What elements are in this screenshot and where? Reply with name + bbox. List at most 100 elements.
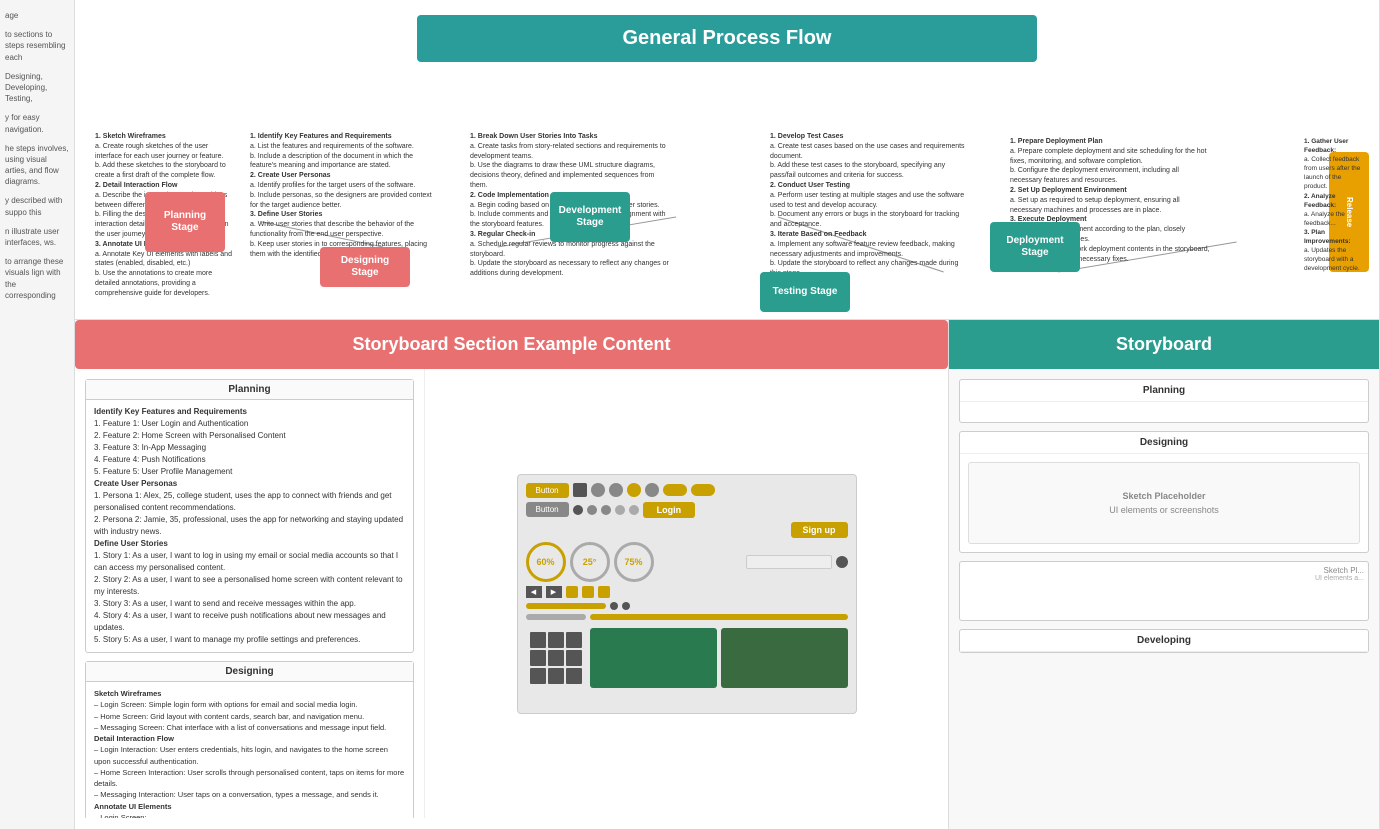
mockup-circle-1: 60%	[526, 542, 566, 582]
mockup-circle-2: 25°	[570, 542, 610, 582]
icon-heart-2	[582, 586, 594, 598]
slider-1[interactable]	[526, 603, 606, 609]
grid-cell-9	[566, 668, 582, 684]
mockup-search-bar[interactable]	[746, 555, 832, 569]
right-designing-header: Designing	[960, 432, 1368, 454]
storyboard-right-header: Storyboard	[949, 320, 1379, 369]
storyboard-section: Storyboard Section Example Content Plann…	[75, 320, 1379, 829]
right-developing-box: Developing	[959, 629, 1369, 653]
icon-heart	[566, 586, 578, 598]
designing-box: Designing Sketch Wireframes ‒ Login Scre…	[85, 661, 414, 818]
mockup-icon-5	[645, 483, 659, 497]
grid-cell-5	[548, 650, 564, 666]
center-content: General Process Flow 1. Sketch Wireframe…	[75, 0, 1380, 829]
slider-dot-2	[622, 602, 630, 610]
storyboard-content-area: Planning Identify Key Features and Requi…	[75, 369, 948, 818]
process-flow-section: General Process Flow 1. Sketch Wireframe…	[75, 0, 1379, 320]
mockup-circle-3: 75%	[614, 542, 654, 582]
icon-heart-3	[598, 586, 610, 598]
mockup-row-2: Button Login	[526, 502, 848, 518]
mockup-row-5: ◀ ▶	[526, 586, 848, 598]
right-designing-box: Designing Sketch Placeholder UI elements…	[959, 431, 1369, 553]
sketch-box-2: Sketch Pl... UI elements a...	[959, 561, 1369, 621]
login-btn[interactable]: Login	[643, 502, 696, 518]
sketch-placeholder-title: Sketch Placeholder	[1122, 491, 1205, 501]
designing-box-content: Sketch Wireframes ‒ Login Screen: Simple…	[86, 682, 413, 818]
sidebar-text-2: to sections to steps resembling each	[5, 29, 69, 63]
mockup-row-6	[526, 602, 848, 610]
nav-next[interactable]: ▶	[546, 586, 562, 598]
mockup-icon-4	[627, 483, 641, 497]
bottom-img-2	[721, 628, 848, 688]
app-mockup-panel: Button	[425, 369, 948, 818]
bottom-images	[526, 624, 848, 688]
deployment-stage: DeploymentStage	[990, 222, 1080, 272]
search-icon	[836, 556, 848, 568]
planning-box-header: Planning	[86, 380, 413, 400]
testing-stage: Testing Stage	[760, 272, 850, 312]
slider-dot-1	[610, 602, 618, 610]
sidebar-text-1: age	[5, 10, 69, 21]
mockup-icon-2	[591, 483, 605, 497]
mockup-icon-9	[615, 505, 625, 515]
storyboard-left-header: Storyboard Section Example Content	[75, 320, 948, 369]
mockup-icon-1	[573, 483, 587, 497]
mockup-button-2[interactable]: Button	[526, 502, 569, 517]
storyboard-left: Storyboard Section Example Content Plann…	[75, 320, 949, 829]
mockup-row-3: Sign up	[526, 522, 848, 538]
development-stage: DevelopmentStage	[550, 192, 630, 242]
right-planning-box: Planning	[959, 379, 1369, 423]
left-sidebar: age to sections to steps resembling each…	[0, 0, 75, 829]
sidebar-text-5: he steps involves, using visual arties, …	[5, 143, 69, 188]
planning-box-content: Identify Key Features and Requirements 1…	[86, 400, 413, 652]
sidebar-text-6: y described with suppo this	[5, 195, 69, 217]
mockup-icon-10	[629, 505, 639, 515]
grid-cell-1	[530, 632, 546, 648]
mockup-row-4: 60% 25° 75%	[526, 542, 848, 582]
nav-prev[interactable]: ◀	[526, 586, 542, 598]
app-mockup-inner: Button	[518, 475, 856, 713]
grid-icon	[526, 628, 586, 688]
sketch-placeholder-1: Sketch Placeholder UI elements or screen…	[969, 463, 1359, 543]
storyboard-left-panel: Planning Identify Key Features and Requi…	[75, 369, 425, 818]
sketch-sub-2: UI elements a...	[964, 575, 1364, 582]
grid-cell-6	[566, 650, 582, 666]
mockup-icon-3	[609, 483, 623, 497]
mockup-icon-6	[573, 505, 583, 515]
mockup-button-1[interactable]: Button	[526, 483, 569, 498]
grid-cell-7	[530, 668, 546, 684]
grid-cell-4	[530, 650, 546, 666]
sketch-label-2: Sketch Pl...	[964, 566, 1364, 575]
mockup-toggle-1[interactable]	[663, 484, 687, 496]
mockup-row-1: Button	[526, 483, 848, 498]
app-mockup: Button	[517, 474, 857, 714]
mockup-icon-8	[601, 505, 611, 515]
process-flow-header: General Process Flow	[417, 15, 1037, 62]
notes-testing: 1. Develop Test Cases a. Create test cas…	[770, 132, 970, 279]
planning-box: Planning Identify Key Features and Requi…	[85, 379, 414, 653]
main-container: age to sections to steps resembling each…	[0, 0, 1380, 829]
grid-cell-8	[548, 668, 564, 684]
right-developing-header: Developing	[960, 630, 1368, 652]
notes-center-left: 1. Identify Key Features and Requirement…	[250, 132, 440, 259]
planning-stage: PlanningStage	[145, 192, 225, 252]
notes-gather-feedback: 1. Gather User Feedback: a. Collect feed…	[1304, 137, 1364, 273]
right-storyboard-content: Planning Designing Sketch Placeholder UI…	[949, 369, 1379, 829]
grid-cell-2	[548, 632, 564, 648]
sidebar-text-4: y for easy navigation.	[5, 112, 69, 134]
right-planning-header: Planning	[960, 380, 1368, 402]
mockup-row-7	[526, 614, 848, 620]
mockup-icon-7	[587, 505, 597, 515]
grid-cell-3	[566, 632, 582, 648]
designing-box-header: Designing	[86, 662, 413, 682]
sidebar-text-7: n illustrate user interfaces, ws.	[5, 226, 69, 248]
mockup-toggle-2[interactable]	[691, 484, 715, 496]
right-panel: Storyboard Planning Designing	[949, 320, 1379, 829]
bottom-img-1	[590, 628, 717, 688]
sketch-placeholder-sub: UI elements or screenshots	[1109, 505, 1219, 515]
sidebar-text-3: Designing, Developing, Testing,	[5, 71, 69, 105]
signup-btn[interactable]: Sign up	[791, 522, 848, 538]
flow-diagram: 1. Sketch Wireframes a. Create rough ske…	[90, 72, 1364, 302]
slider-2[interactable]	[526, 614, 586, 620]
sidebar-text-8: to arrange these visuals lign with the c…	[5, 256, 69, 301]
